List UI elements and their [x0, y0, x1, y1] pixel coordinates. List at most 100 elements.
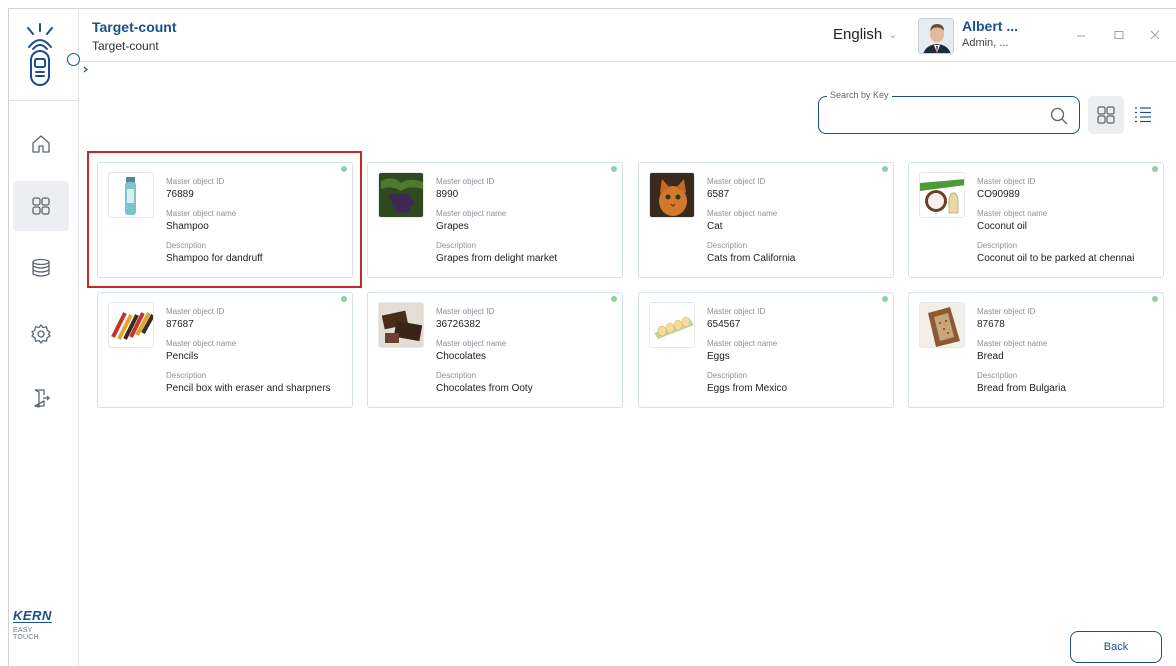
bread-image — [920, 303, 964, 347]
avatar[interactable] — [918, 18, 954, 54]
minimize-icon — [1077, 35, 1085, 37]
object-name-label: Master object name — [436, 339, 507, 348]
close-button[interactable] — [1142, 22, 1168, 48]
maximize-button[interactable] — [1106, 22, 1132, 48]
sidebar-item-settings[interactable] — [13, 309, 69, 359]
brand-name: KERN — [13, 608, 52, 623]
object-name-label: Master object name — [436, 209, 507, 218]
status-dot — [341, 166, 347, 172]
grid-view-icon — [1097, 106, 1115, 124]
language-label: English — [833, 26, 883, 43]
page-subtitle: Target-count — [92, 39, 159, 53]
object-thumbnail — [919, 172, 965, 218]
grid-view-button[interactable] — [1088, 96, 1124, 134]
object-card-chocolates[interactable]: Master object ID 36726382 Master object … — [367, 292, 623, 408]
object-id: 87687 — [166, 319, 194, 330]
object-name-label: Master object name — [166, 339, 237, 348]
object-id: CO90989 — [977, 189, 1020, 200]
sidebar-expand-button[interactable] — [67, 53, 88, 73]
object-description: Eggs from Mexico — [707, 383, 788, 394]
description-label: Description — [436, 241, 477, 250]
brand-logo: KERN EASY TOUCH — [13, 607, 53, 641]
object-id: 87678 — [977, 319, 1005, 330]
object-thumbnail — [108, 302, 154, 348]
header: Target-count Target-count English ⌄ Albe… — [80, 9, 1176, 62]
object-id-label: Master object ID — [436, 177, 495, 186]
object-name: Shampoo — [166, 221, 209, 232]
sidebar-item-database[interactable] — [13, 243, 69, 293]
user-photo-icon — [919, 19, 953, 53]
description-label: Description — [707, 241, 748, 250]
list-view-icon — [1135, 107, 1151, 123]
search-box: Search by Key — [818, 90, 1080, 134]
description-label: Description — [166, 371, 207, 380]
object-name-label: Master object name — [977, 339, 1048, 348]
cat-image — [650, 173, 694, 217]
object-id-label: Master object ID — [166, 307, 225, 316]
status-dot — [882, 166, 888, 172]
list-view-button[interactable] — [1125, 96, 1161, 134]
object-name: Chocolates — [436, 351, 487, 362]
object-card-eggs[interactable]: Master object ID 654567 Master object na… — [638, 292, 894, 408]
sidebar-item-home[interactable] — [13, 119, 69, 169]
status-dot — [882, 296, 888, 302]
object-name-label: Master object name — [707, 339, 778, 348]
object-card-cat[interactable]: Master object ID 6587 Master object name… — [638, 162, 894, 278]
object-name: Pencils — [166, 351, 199, 362]
search-icon[interactable] — [1049, 106, 1069, 131]
chevron-right-icon — [83, 66, 88, 73]
object-id: 654567 — [707, 319, 741, 330]
object-name-label: Master object name — [166, 209, 237, 218]
object-thumbnail — [108, 172, 154, 218]
description-label: Description — [977, 241, 1018, 250]
status-dot — [1152, 166, 1158, 172]
object-thumbnail — [378, 302, 424, 348]
chevron-down-icon: ⌄ — [888, 29, 898, 41]
object-name: Coconut oil — [977, 221, 1028, 232]
page-title: Target-count — [92, 19, 177, 35]
object-description: Grapes from delight market — [436, 253, 558, 264]
object-id-label: Master object ID — [707, 307, 766, 316]
object-card-shampoo[interactable]: Master object ID 76889 Master object nam… — [97, 162, 353, 278]
description-label: Description — [977, 371, 1018, 380]
database-icon — [32, 258, 50, 277]
object-card-grapes[interactable]: Master object ID 8990 Master object name… — [367, 162, 623, 278]
object-id-label: Master object ID — [166, 177, 225, 186]
object-id: 76889 — [166, 189, 194, 200]
status-dot — [611, 296, 617, 302]
object-name-label: Master object name — [977, 209, 1048, 218]
object-card-pencils[interactable]: Master object ID 87687 Master object nam… — [97, 292, 353, 408]
status-dot — [1152, 296, 1158, 302]
object-card-coconut-oil[interactable]: Master object ID CO90989 Master object n… — [908, 162, 1164, 278]
object-card-bread[interactable]: Master object ID 87678 Master object nam… — [908, 292, 1164, 408]
object-name: Grapes — [436, 221, 469, 232]
object-description: Cats from California — [707, 253, 796, 264]
shampoo-image — [125, 177, 136, 215]
minimize-button[interactable] — [1068, 22, 1094, 48]
language-selector[interactable]: English ⌄ — [833, 26, 897, 43]
object-name-label: Master object name — [707, 209, 778, 218]
description-label: Description — [436, 371, 477, 380]
app-logo-icon — [27, 23, 53, 86]
object-name: Cat — [707, 221, 723, 232]
object-id-label: Master object ID — [977, 307, 1036, 316]
grapes-image — [379, 173, 423, 217]
search-label: Search by Key — [827, 90, 892, 100]
sidebar-item-dashboard[interactable] — [13, 181, 69, 231]
object-description: Bread from Bulgaria — [977, 383, 1066, 394]
close-icon — [1150, 30, 1160, 40]
object-thumbnail — [649, 302, 695, 348]
object-description: Pencil box with eraser and sharpners — [166, 383, 331, 394]
maximize-icon — [1114, 31, 1124, 39]
sidebar: KERN EASY TOUCH — [9, 9, 88, 666]
user-name[interactable]: Albert ... — [962, 18, 1018, 34]
back-button[interactable]: Back — [1070, 631, 1162, 663]
object-id: 6587 — [707, 189, 730, 200]
search-input[interactable] — [829, 107, 1039, 125]
logo-area — [9, 9, 88, 101]
coconut-image — [920, 179, 964, 214]
sidebar-item-logout[interactable] — [13, 373, 69, 423]
pencils-image — [109, 303, 153, 347]
grid-icon — [32, 197, 50, 215]
description-label: Description — [707, 371, 748, 380]
